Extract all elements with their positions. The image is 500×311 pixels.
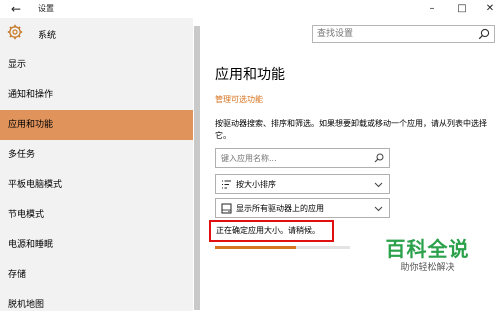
maximize-icon[interactable]: □ bbox=[454, 1, 470, 17]
sidebar-item-display[interactable]: 显示 bbox=[0, 50, 193, 80]
drive-dropdown[interactable]: 显示所有驱动器上的应用 bbox=[215, 198, 390, 218]
back-arrow-icon[interactable]: ← bbox=[8, 1, 24, 17]
scrollbar-thumb[interactable] bbox=[194, 26, 200, 310]
drive-icon bbox=[221, 203, 232, 214]
sort-dropdown[interactable]: 按大小排序 bbox=[215, 174, 390, 194]
search-icon[interactable] bbox=[478, 28, 490, 40]
minimize-icon[interactable]: – bbox=[424, 1, 440, 17]
sidebar-item-apps-features[interactable]: 应用和功能 bbox=[0, 110, 193, 140]
title-bar: ← 设置 – □ ✕ bbox=[0, 0, 500, 18]
watermark-sub-text: 助你轻松解决 bbox=[400, 263, 455, 273]
sidebar-scrollbar[interactable] bbox=[193, 18, 203, 311]
watermark-logo: 百科全说 助你轻松解决 bbox=[370, 237, 485, 282]
sidebar-item-storage[interactable]: 存储 bbox=[0, 260, 193, 290]
sidebar-item-notifications[interactable]: 通知和操作 bbox=[0, 80, 193, 110]
page-title: 应用和功能 bbox=[215, 67, 285, 83]
status-message: 正在确定应用大小。请稍候。 bbox=[209, 220, 334, 242]
manage-optional-features-link[interactable]: 管理可选功能 bbox=[215, 94, 263, 105]
sidebar-header-label: 系统 bbox=[38, 31, 57, 41]
window-title: 设置 bbox=[38, 4, 54, 13]
drive-dropdown-value: 显示所有驱动器上的应用 bbox=[236, 204, 324, 213]
chevron-down-icon bbox=[374, 182, 383, 188]
progress-fill bbox=[215, 246, 296, 249]
sidebar-item-tablet-mode[interactable]: 平板电脑模式 bbox=[0, 170, 193, 200]
sidebar-item-offline-maps[interactable]: 脱机地图 bbox=[0, 290, 193, 311]
sidebar-item-multitasking[interactable]: 多任务 bbox=[0, 140, 193, 170]
search-icon[interactable] bbox=[374, 153, 384, 163]
app-search-input[interactable] bbox=[221, 152, 371, 165]
sidebar-header: 系统 bbox=[0, 18, 193, 50]
sidebar: 系统 显示 通知和操作 应用和功能 多任务 平板电脑模式 节电模式 电源和睡眠 … bbox=[0, 18, 193, 311]
gear-icon bbox=[7, 24, 23, 40]
watermark-main-text: 百科全说 bbox=[385, 237, 470, 261]
sidebar-item-battery-saver[interactable]: 节电模式 bbox=[0, 200, 193, 230]
sort-dropdown-value: 按大小排序 bbox=[236, 180, 276, 189]
close-icon[interactable]: ✕ bbox=[482, 1, 498, 17]
settings-search-box[interactable] bbox=[312, 25, 495, 43]
sidebar-item-power-sleep[interactable]: 电源和睡眠 bbox=[0, 230, 193, 260]
sort-icon bbox=[222, 180, 231, 189]
app-search-box[interactable] bbox=[215, 148, 390, 168]
settings-search-input[interactable] bbox=[317, 27, 472, 41]
progress-bar bbox=[215, 246, 350, 249]
chevron-down-icon bbox=[374, 206, 383, 212]
description-text: 按驱动器搜索、排序和筛选。如果想要卸载或移动一个应用，请从列表中选择它。 bbox=[215, 119, 487, 140]
